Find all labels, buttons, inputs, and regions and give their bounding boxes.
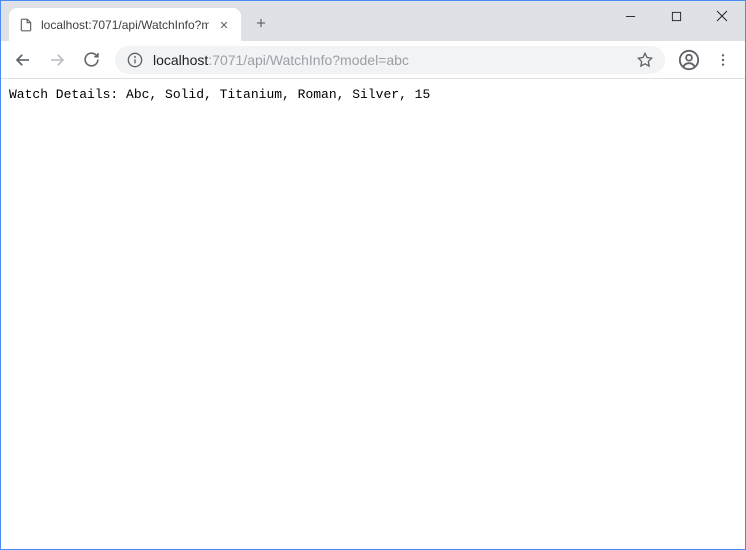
browser-toolbar: localhost:7071/api/WatchInfo?model=abc: [1, 41, 745, 79]
url-host: localhost: [153, 52, 208, 68]
forward-button[interactable]: [43, 46, 71, 74]
reload-button[interactable]: [77, 46, 105, 74]
close-window-button[interactable]: [699, 1, 745, 31]
site-info-icon[interactable]: [127, 52, 143, 68]
page-content: Watch Details: Abc, Solid, Titanium, Rom…: [1, 79, 745, 110]
response-body: Watch Details: Abc, Solid, Titanium, Rom…: [9, 87, 430, 102]
new-tab-button[interactable]: [247, 9, 275, 37]
maximize-button[interactable]: [653, 1, 699, 31]
minimize-button[interactable]: [607, 1, 653, 31]
browser-tab[interactable]: localhost:7071/api/WatchInfo?m: [9, 8, 241, 41]
browser-titlebar: localhost:7071/api/WatchInfo?m: [1, 1, 745, 41]
menu-button[interactable]: [709, 46, 737, 74]
bookmark-icon[interactable]: [637, 52, 653, 68]
address-bar[interactable]: localhost:7071/api/WatchInfo?model=abc: [115, 46, 665, 74]
close-icon[interactable]: [217, 18, 231, 32]
url-path: :7071/api/WatchInfo?model=abc: [208, 52, 409, 68]
back-button[interactable]: [9, 46, 37, 74]
profile-button[interactable]: [675, 46, 703, 74]
tab-title: localhost:7071/api/WatchInfo?m: [41, 18, 209, 32]
url-text: localhost:7071/api/WatchInfo?model=abc: [153, 52, 627, 68]
window-controls: [607, 1, 745, 31]
file-icon: [19, 18, 33, 32]
